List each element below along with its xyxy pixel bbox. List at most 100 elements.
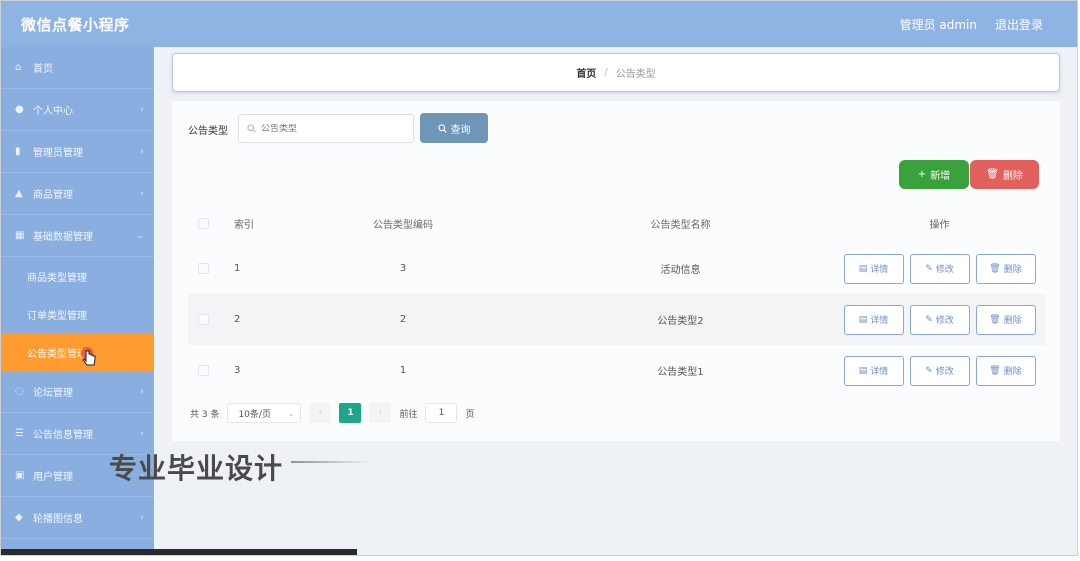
main-content: 公告类型 查询 + 新增 🗑 删除 索引 公告类型编码 公告类型名称 操作 bbox=[172, 101, 1060, 441]
bar-chart-icon: ▮ bbox=[15, 145, 21, 157]
user-area: 管理员 admin 退出登录 bbox=[900, 16, 1043, 33]
chevron-right-icon: › bbox=[140, 188, 144, 199]
pagination: 共 3 条 10条/页 ⌄ ‹ 1 › 前往 1 页 bbox=[190, 403, 474, 423]
edit-button[interactable]: ✎ 修改 bbox=[909, 304, 970, 335]
trash-icon: 🗑 bbox=[989, 365, 1001, 376]
app-window: 微信点餐小程序 管理员 admin 退出登录 ⌂ 首页 ● 个人中心 › ▮ 管… bbox=[0, 0, 1078, 556]
header-index: 索引 bbox=[234, 219, 254, 231]
detail-button[interactable]: ▤ 详情 bbox=[843, 355, 904, 386]
trash-icon: 🗑 bbox=[989, 263, 1001, 274]
sidebar-item-label: 用户管理 bbox=[33, 472, 73, 483]
row-checkbox[interactable] bbox=[197, 263, 209, 274]
breadcrumb-separator: / bbox=[604, 67, 608, 78]
edit-button[interactable]: ✎ 修改 bbox=[909, 253, 970, 284]
users-icon: ▣ bbox=[15, 469, 25, 481]
top-bar: 微信点餐小程序 管理员 admin 退出登录 bbox=[1, 1, 1077, 47]
logout-link[interactable]: 退出登录 bbox=[995, 16, 1043, 33]
sidebar-item-admins[interactable]: ▮ 管理员管理 › bbox=[1, 131, 154, 173]
sidebar-item-profile[interactable]: ● 个人中心 › bbox=[1, 89, 154, 131]
sidebar-item-forum[interactable]: ◌ 论坛管理 › bbox=[1, 371, 154, 413]
sidebar-subitem-notice-types[interactable]: 公告类型管理 bbox=[1, 333, 154, 371]
sidebar-item-carousel[interactable]: ◆ 轮播图信息 › bbox=[1, 497, 154, 539]
list-icon: ☰ bbox=[15, 427, 24, 439]
search-label: 公告类型 bbox=[188, 126, 228, 137]
search-input[interactable] bbox=[261, 123, 401, 134]
trash-icon: 🗑 bbox=[989, 314, 1001, 325]
select-all-checkbox[interactable] bbox=[197, 217, 209, 229]
add-button[interactable]: + 新增 bbox=[899, 160, 969, 189]
header-name: 公告类型名称 bbox=[650, 219, 711, 231]
table-header: 索引 公告类型编码 公告类型名称 操作 bbox=[188, 203, 1046, 243]
next-page-button[interactable]: › bbox=[369, 403, 392, 423]
page-number-current[interactable]: 1 bbox=[339, 403, 362, 423]
cart-icon: ▲ bbox=[15, 187, 23, 199]
cell-code: 3 bbox=[399, 263, 407, 274]
breadcrumb: 首页 / 公告类型 bbox=[172, 53, 1060, 92]
sidebar-item-label: 基础数据管理 bbox=[33, 232, 93, 243]
breadcrumb-current: 公告类型 bbox=[615, 69, 656, 80]
cell-code: 2 bbox=[399, 314, 407, 325]
sidebar-subitem-order-types[interactable]: 订单类型管理 bbox=[1, 295, 154, 333]
cell-index: 1 bbox=[234, 263, 241, 274]
chevron-right-icon: › bbox=[140, 104, 144, 115]
notice-type-table: 索引 公告类型编码 公告类型名称 操作 1 3 活动信息 ▤ 详情 ✎ 修改 🗑 删除… bbox=[188, 203, 1046, 396]
breadcrumb-home[interactable]: 首页 bbox=[576, 65, 596, 80]
total-count: 共 3 条 bbox=[190, 409, 220, 420]
edit-button[interactable]: ✎ 修改 bbox=[909, 355, 970, 386]
header-ops: 操作 bbox=[929, 219, 950, 231]
sidebar-item-products[interactable]: ▲ 商品管理 › bbox=[1, 173, 154, 215]
search-icon bbox=[437, 123, 447, 133]
pencil-icon: ✎ bbox=[925, 314, 933, 325]
prev-page-button[interactable]: ‹ bbox=[309, 403, 332, 423]
sidebar-item-label: 商品管理 bbox=[33, 190, 73, 201]
chat-icon: ◌ bbox=[15, 385, 24, 397]
watermark-underline bbox=[291, 461, 371, 463]
sidebar-item-label: 首页 bbox=[33, 64, 53, 75]
grid-icon: ▦ bbox=[15, 229, 25, 241]
watermark-text: 专业毕业设计 bbox=[109, 452, 284, 485]
chevron-right-icon: › bbox=[140, 512, 144, 523]
sidebar-item-base-data[interactable]: ▦ 基础数据管理 ⌄ bbox=[1, 215, 154, 257]
batch-delete-button[interactable]: 🗑 删除 bbox=[970, 160, 1039, 189]
goto-label: 前往 bbox=[399, 409, 418, 420]
search-input-wrapper[interactable] bbox=[238, 114, 414, 143]
sidebar-item-label: 轮播图信息 bbox=[33, 514, 83, 525]
plus-icon: + bbox=[917, 169, 927, 180]
detail-button[interactable]: ▤ 详情 bbox=[843, 253, 904, 284]
sidebar-subitem-product-types[interactable]: 商品类型管理 bbox=[1, 257, 154, 295]
sidebar-item-label: 管理员管理 bbox=[33, 148, 83, 159]
pencil-icon: ✎ bbox=[925, 365, 933, 376]
row-delete-button[interactable]: 🗑 删除 bbox=[975, 355, 1036, 386]
document-icon: ▤ bbox=[858, 263, 868, 274]
chevron-down-icon: ⌄ bbox=[136, 230, 144, 241]
user-icon: ● bbox=[15, 103, 24, 115]
sidebar-item-label: 公告信息管理 bbox=[33, 430, 93, 441]
home-icon: ⌂ bbox=[15, 61, 22, 73]
row-delete-button[interactable]: 🗑 删除 bbox=[975, 253, 1036, 284]
cell-name: 公告类型2 bbox=[657, 316, 704, 327]
row-checkbox[interactable] bbox=[197, 365, 209, 376]
query-button-label: 查询 bbox=[450, 124, 471, 136]
document-icon: ▤ bbox=[858, 365, 868, 376]
query-button[interactable]: 查询 bbox=[420, 113, 488, 143]
sidebar-item-home[interactable]: ⌂ 首页 bbox=[1, 47, 154, 89]
page-size-select[interactable]: 10条/页 ⌄ bbox=[227, 403, 302, 423]
chevron-down-icon: ⌄ bbox=[287, 408, 295, 418]
goto-page-input[interactable]: 1 bbox=[425, 403, 458, 423]
row-delete-button[interactable]: 🗑 删除 bbox=[975, 304, 1036, 335]
header-code: 公告类型编码 bbox=[373, 219, 433, 231]
trash-icon: 🗑 bbox=[986, 169, 999, 180]
pencil-icon: ✎ bbox=[925, 263, 933, 274]
add-button-label: 新增 bbox=[930, 171, 951, 182]
detail-button[interactable]: ▤ 详情 bbox=[843, 304, 904, 335]
cell-index: 2 bbox=[234, 314, 241, 325]
table-row: 3 1 公告类型1 ▤ 详情 ✎ 修改 🗑 删除 bbox=[188, 345, 1046, 396]
sidebar-item-label: 公告类型管理 bbox=[27, 348, 87, 360]
cell-index: 3 bbox=[234, 365, 241, 376]
row-checkbox[interactable] bbox=[197, 314, 209, 325]
chevron-right-icon: › bbox=[140, 428, 144, 439]
cell-code: 1 bbox=[399, 365, 407, 376]
sidebar-item-label: 个人中心 bbox=[33, 106, 73, 117]
delete-button-label: 删除 bbox=[1002, 171, 1023, 182]
page-suffix: 页 bbox=[465, 409, 475, 420]
